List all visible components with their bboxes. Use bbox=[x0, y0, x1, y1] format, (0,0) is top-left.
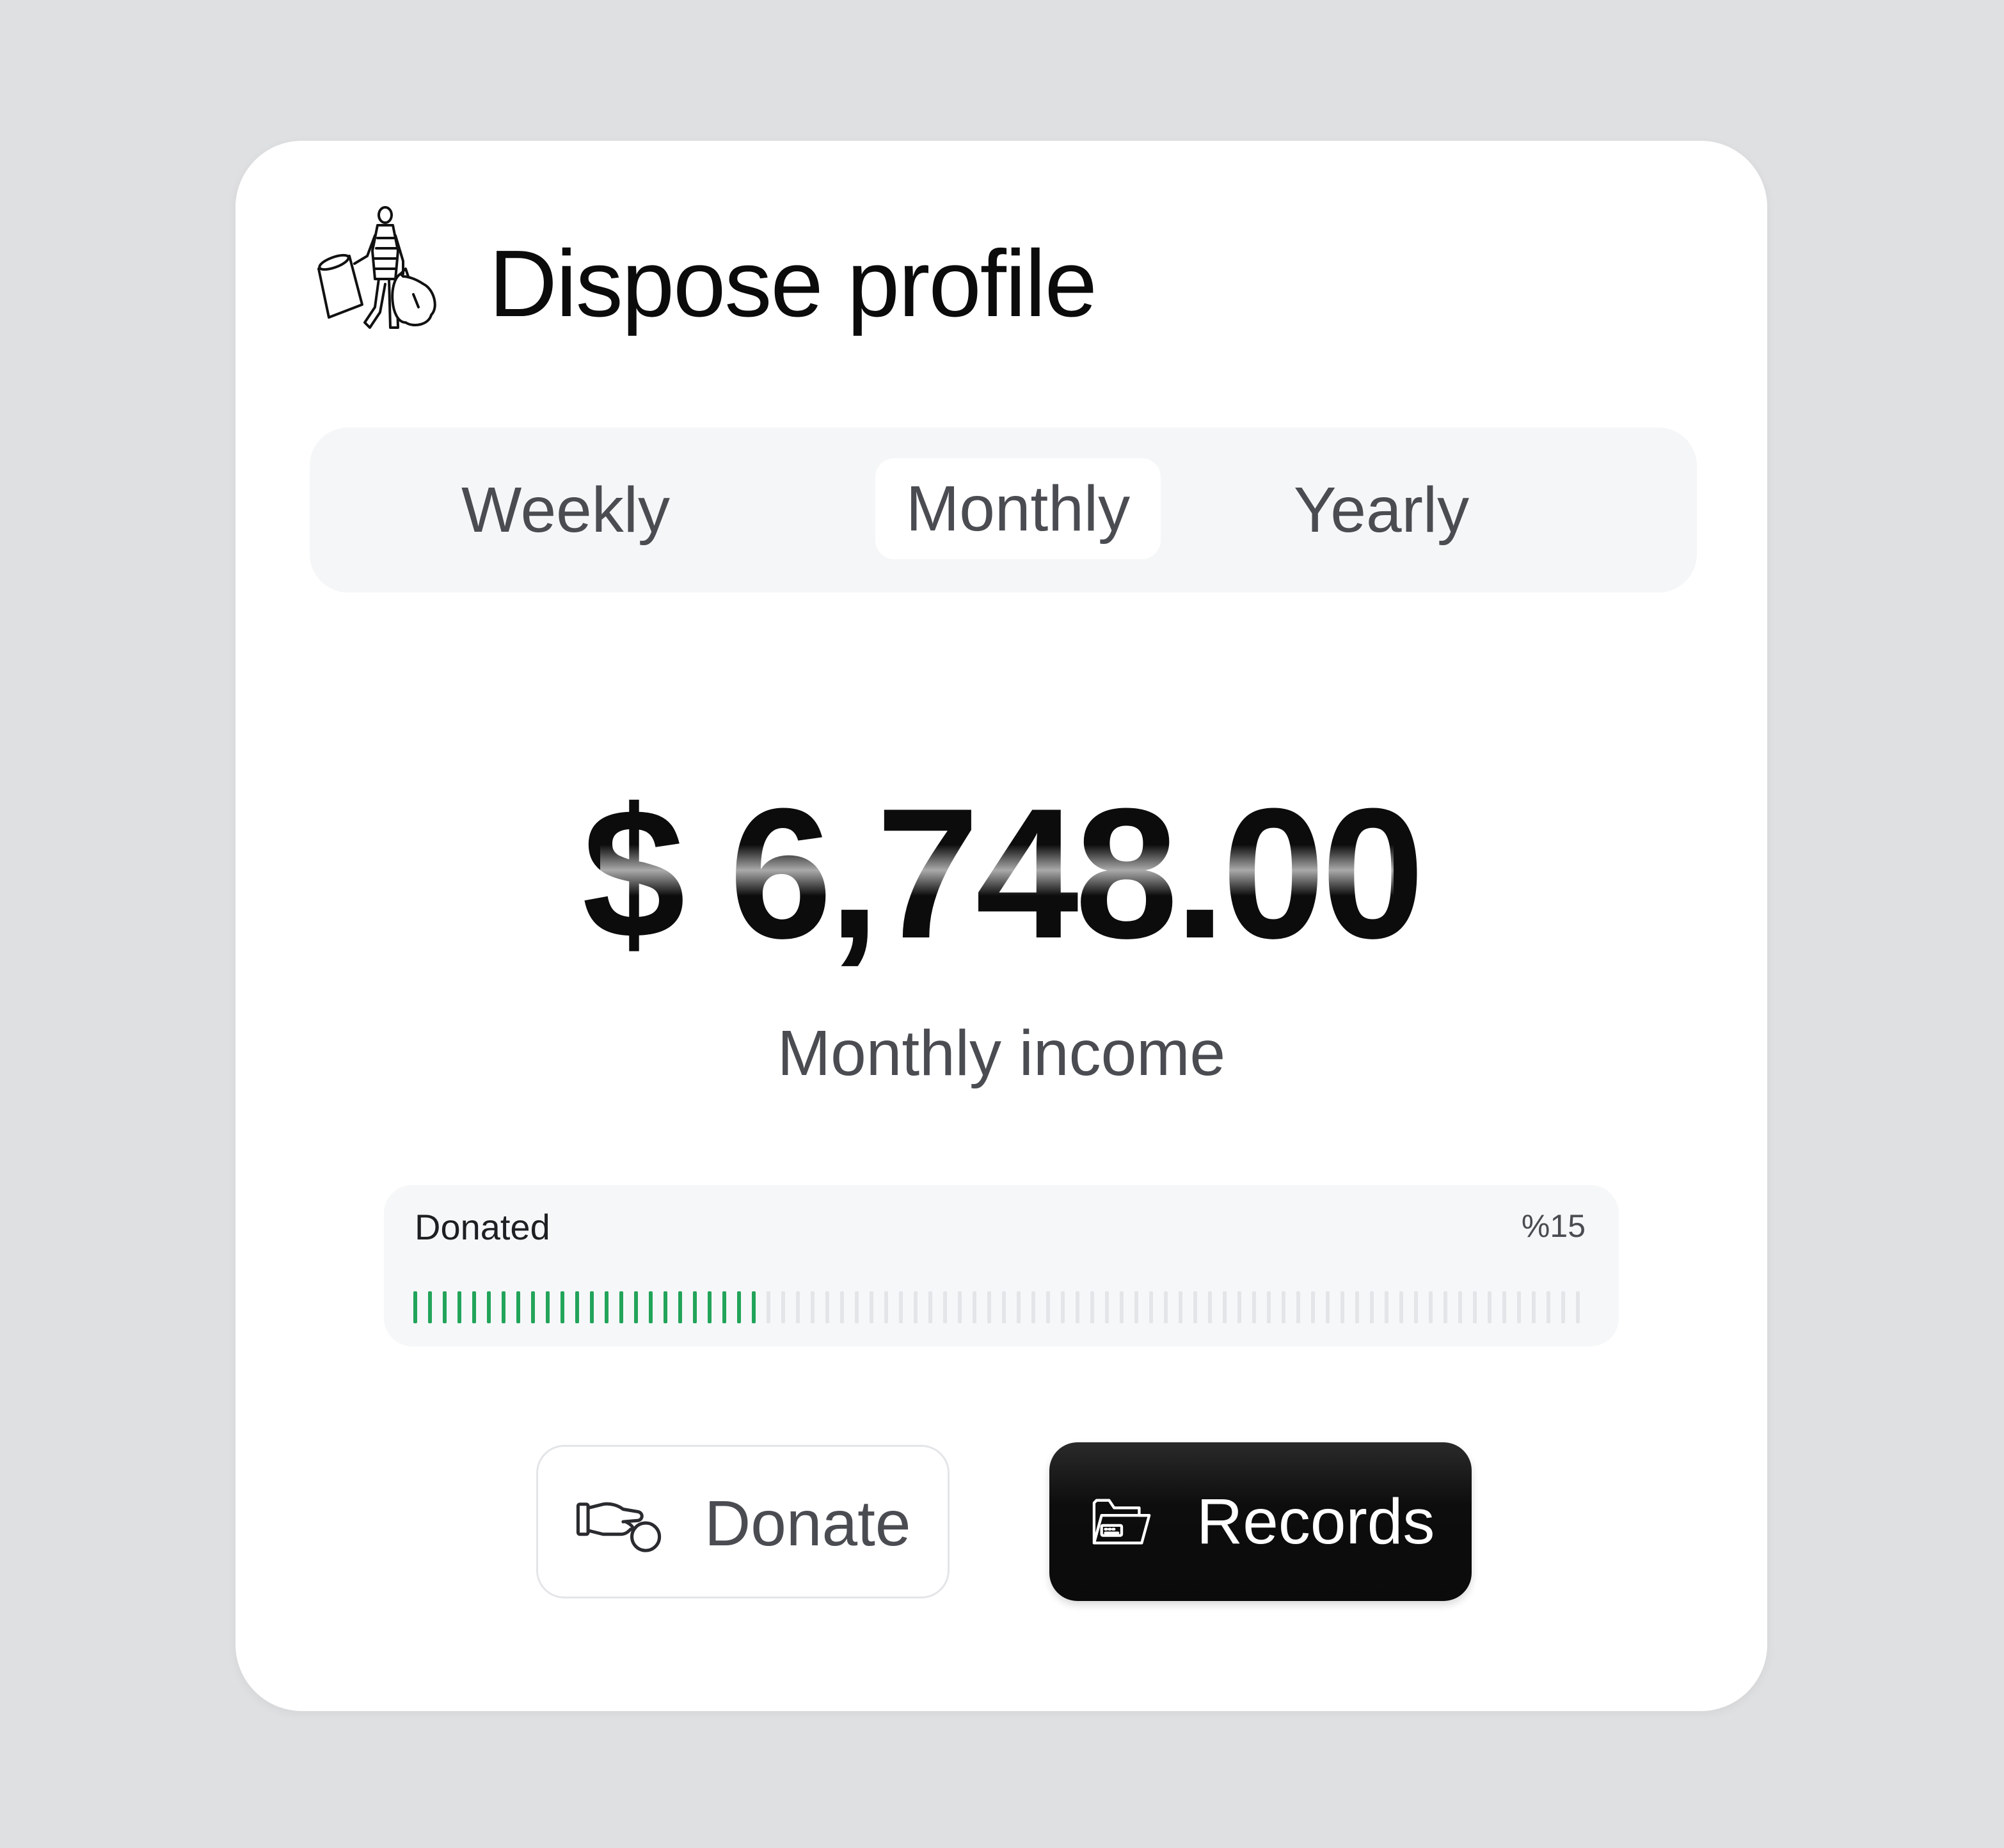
progress-tick-filled bbox=[664, 1291, 667, 1323]
progress-tick-empty bbox=[1120, 1291, 1124, 1323]
progress-tick-empty bbox=[1208, 1291, 1212, 1323]
progress-tick-empty bbox=[884, 1291, 888, 1323]
folder-icon bbox=[1092, 1499, 1151, 1545]
dispose-profile-card: Dispose profile Weekly Monthly Yearly $ … bbox=[235, 141, 1767, 1711]
progress-tick-empty bbox=[1502, 1291, 1506, 1323]
progress-tick-empty bbox=[1458, 1291, 1462, 1323]
progress-tick-filled bbox=[708, 1291, 712, 1323]
progress-tick-filled bbox=[502, 1291, 505, 1323]
progress-tick-empty bbox=[1488, 1291, 1491, 1323]
progress-tick-empty bbox=[1076, 1291, 1079, 1323]
page-title: Dispose profile bbox=[489, 231, 1097, 337]
progress-tick-empty bbox=[1311, 1291, 1315, 1323]
progress-tick-empty bbox=[1267, 1291, 1271, 1323]
progress-tick-empty bbox=[1134, 1291, 1138, 1323]
progress-tick-filled bbox=[531, 1291, 535, 1323]
progress-tick-empty bbox=[1547, 1291, 1550, 1323]
progress-tick-filled bbox=[428, 1291, 432, 1323]
progress-tick-filled bbox=[546, 1291, 550, 1323]
progress-tick-filled bbox=[649, 1291, 653, 1323]
progress-tick-empty bbox=[1296, 1291, 1300, 1323]
progress-tick-empty bbox=[987, 1291, 991, 1323]
progress-tick-empty bbox=[914, 1291, 918, 1323]
progress-tick-empty bbox=[899, 1291, 903, 1323]
progress-tick-filled bbox=[443, 1291, 447, 1323]
progress-tick-empty bbox=[1031, 1291, 1035, 1323]
progress-tick-empty bbox=[1237, 1291, 1241, 1323]
progress-tick-empty bbox=[943, 1291, 947, 1323]
progress-tick-filled bbox=[590, 1291, 594, 1323]
progress-tick-empty bbox=[928, 1291, 932, 1323]
donated-label: Donated bbox=[415, 1207, 550, 1247]
progress-tick-empty bbox=[1193, 1291, 1197, 1323]
progress-tick-filled bbox=[605, 1291, 608, 1323]
progress-tick-empty bbox=[1017, 1291, 1021, 1323]
progress-tick-empty bbox=[973, 1291, 976, 1323]
progress-tick-empty bbox=[1061, 1291, 1065, 1323]
person-carrying-trash-bags-icon bbox=[317, 206, 436, 329]
progress-tick-empty bbox=[1326, 1291, 1330, 1323]
records-button[interactable]: Records bbox=[1049, 1442, 1472, 1601]
progress-tick-filled bbox=[487, 1291, 491, 1323]
progress-tick-empty bbox=[1252, 1291, 1256, 1323]
hand-giving-coin-icon bbox=[576, 1502, 662, 1552]
records-button-label: Records bbox=[1197, 1485, 1435, 1557]
progress-tick-empty bbox=[1443, 1291, 1447, 1323]
tab-weekly[interactable]: Weekly bbox=[412, 427, 719, 593]
donation-progress-bar bbox=[413, 1291, 1580, 1323]
progress-tick-empty bbox=[1576, 1291, 1580, 1323]
donate-button-label: Donate bbox=[704, 1487, 911, 1559]
progress-tick-empty bbox=[1355, 1291, 1359, 1323]
progress-tick-empty bbox=[1414, 1291, 1418, 1323]
progress-tick-filled bbox=[752, 1291, 756, 1323]
progress-tick-empty bbox=[825, 1291, 829, 1323]
progress-tick-empty bbox=[855, 1291, 859, 1323]
progress-tick-filled bbox=[678, 1291, 682, 1323]
progress-tick-empty bbox=[1164, 1291, 1168, 1323]
progress-tick-empty bbox=[1561, 1291, 1565, 1323]
donation-progress-panel: Donated %15 bbox=[384, 1185, 1619, 1346]
income-amount: $ 6,748.00 bbox=[582, 770, 1425, 977]
donated-percent: %15 bbox=[1521, 1208, 1586, 1244]
progress-tick-filled bbox=[516, 1291, 520, 1323]
progress-tick-empty bbox=[1340, 1291, 1344, 1323]
progress-tick-filled bbox=[722, 1291, 726, 1323]
progress-tick-empty bbox=[781, 1291, 785, 1323]
progress-tick-empty bbox=[1385, 1291, 1388, 1323]
progress-tick-empty bbox=[1105, 1291, 1109, 1323]
income-caption: Monthly income bbox=[777, 1017, 1226, 1089]
progress-tick-empty bbox=[767, 1291, 770, 1323]
progress-tick-empty bbox=[1532, 1291, 1536, 1323]
progress-tick-empty bbox=[1399, 1291, 1403, 1323]
progress-tick-filled bbox=[619, 1291, 623, 1323]
progress-tick-filled bbox=[737, 1291, 741, 1323]
progress-tick-filled bbox=[472, 1291, 476, 1323]
progress-tick-filled bbox=[634, 1291, 638, 1323]
progress-tick-empty bbox=[1473, 1291, 1477, 1323]
progress-tick-filled bbox=[457, 1291, 461, 1323]
progress-tick-empty bbox=[796, 1291, 800, 1323]
progress-tick-empty bbox=[1429, 1291, 1433, 1323]
progress-tick-empty bbox=[958, 1291, 962, 1323]
progress-tick-filled bbox=[693, 1291, 697, 1323]
progress-tick-empty bbox=[1046, 1291, 1050, 1323]
progress-tick-empty bbox=[1090, 1291, 1094, 1323]
tab-yearly[interactable]: Yearly bbox=[1231, 427, 1532, 593]
tab-monthly[interactable]: Monthly bbox=[875, 458, 1161, 559]
progress-tick-empty bbox=[1223, 1291, 1227, 1323]
progress-tick-empty bbox=[1179, 1291, 1182, 1323]
progress-tick-filled bbox=[413, 1291, 417, 1323]
progress-tick-empty bbox=[1517, 1291, 1521, 1323]
progress-tick-empty bbox=[1370, 1291, 1374, 1323]
progress-tick-empty bbox=[840, 1291, 844, 1323]
progress-tick-empty bbox=[1002, 1291, 1006, 1323]
progress-tick-empty bbox=[1149, 1291, 1153, 1323]
period-segmented-control: Weekly Monthly Yearly bbox=[310, 427, 1697, 593]
progress-tick-filled bbox=[575, 1291, 579, 1323]
progress-tick-empty bbox=[1282, 1291, 1285, 1323]
donate-button[interactable]: Donate bbox=[536, 1445, 950, 1598]
progress-tick-empty bbox=[811, 1291, 815, 1323]
progress-tick-empty bbox=[870, 1291, 873, 1323]
progress-tick-filled bbox=[561, 1291, 564, 1323]
